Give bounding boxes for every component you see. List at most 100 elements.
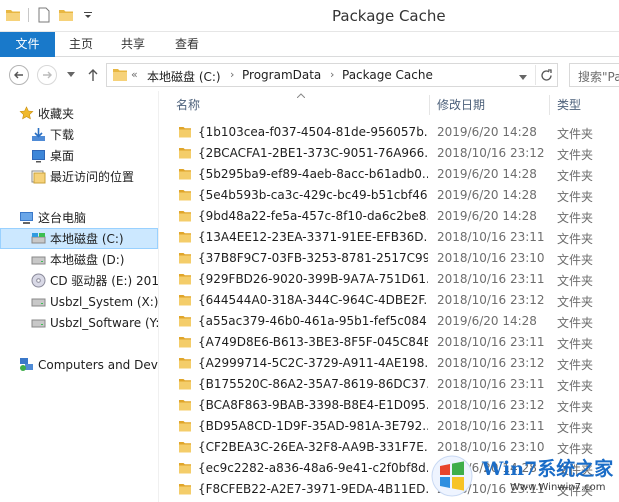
sidebar-item-cd-drive[interactable]: CD 驱动器 (E:) 2018 (0, 270, 158, 291)
file-name: {CF2BEA3C-26EA-32F8-AA9B-331F7E... (198, 440, 428, 454)
table-row[interactable]: {37B8F9C7-03FB-3253-8781-2517C99... 2018/… (159, 248, 619, 269)
tab-view[interactable]: 查看 (166, 32, 208, 57)
tab-file[interactable]: 文件 (0, 32, 55, 57)
table-row[interactable]: {929FBD26-9020-399B-9A7A-751D61... 2018/1… (159, 269, 619, 290)
table-row[interactable]: {5e4b593b-ca3c-429c-bc49-b51cbf46... 2019… (159, 185, 619, 206)
refresh-button[interactable] (535, 65, 557, 85)
sidebar-item-label: 收藏夹 (38, 107, 75, 121)
column-header-name[interactable]: 名称 (176, 91, 200, 119)
table-row[interactable]: {5b295ba9-ef89-4aeb-8acc-b61adb0... 2019/… (159, 164, 619, 185)
file-date: 2018/10/16 23:12 (437, 293, 545, 307)
column-divider[interactable] (549, 95, 550, 115)
column-divider[interactable] (429, 95, 430, 115)
file-date: 2019/6/20 14:28 (437, 167, 537, 181)
title-bar: Package Cache (0, 0, 619, 32)
folder-icon (178, 482, 192, 499)
table-row[interactable]: {2BCACFA1-2BE1-373C-9051-76A966... 2018/1… (159, 143, 619, 164)
sidebar-item-network[interactable]: Computers and Dev (0, 354, 158, 375)
folder-icon (178, 419, 192, 436)
ribbon-tabs: 文件 主页 共享 查看 (0, 32, 619, 57)
sidebar-item-desktop[interactable]: 桌面 (0, 145, 158, 166)
breadcrumb-programdata[interactable]: ProgramData (242, 68, 321, 82)
file-type: 文件夹 (557, 421, 594, 435)
computer-icon (18, 210, 34, 226)
sidebar-item-label: 桌面 (50, 149, 75, 163)
recent-locations-button[interactable] (64, 68, 78, 82)
file-name: {9bd48a22-fe5a-457c-8f10-da6c2be8... (198, 209, 428, 223)
table-row[interactable]: {644544A0-318A-344C-964C-4DBE2F... 2018/1… (159, 290, 619, 311)
file-date: 2019/6/20 14:28 (437, 209, 537, 223)
file-type: 文件夹 (557, 232, 594, 246)
address-bar[interactable]: « 本地磁盘 (C:) › ProgramData › Package Cach… (106, 63, 558, 87)
file-name: {5b295ba9-ef89-4aeb-8acc-b61adb0... (198, 167, 428, 181)
tab-share[interactable]: 共享 (112, 32, 154, 57)
sidebar-item-drive-c[interactable]: 本地磁盘 (C:) (0, 228, 158, 249)
cd-drive-icon (30, 273, 46, 289)
file-date: 2018/10/16 23:11 (437, 230, 545, 244)
file-date: 2018/10/16 23:11 (437, 335, 545, 349)
forward-button[interactable] (37, 65, 57, 85)
folder-icon (178, 335, 192, 352)
table-row[interactable]: {B175520C-86A2-35A7-8619-86DC37... 2018/1… (159, 374, 619, 395)
file-date: 2019/6/20 14:28 (437, 314, 537, 328)
file-type: 文件夹 (557, 316, 594, 330)
folder-icon (178, 314, 192, 331)
file-name: {B175520C-86A2-35A7-8619-86DC37... (198, 377, 428, 391)
file-type: 文件夹 (557, 148, 594, 162)
file-type: 文件夹 (557, 190, 594, 204)
address-dropdown-button[interactable] (519, 70, 527, 84)
file-type: 文件夹 (557, 379, 594, 393)
column-header-type[interactable]: 类型 (557, 91, 581, 119)
watermark-brand: Win7系统之家 (482, 458, 614, 480)
search-input[interactable]: 搜索"Pa (569, 63, 619, 87)
table-row[interactable]: {BCA8F863-9BAB-3398-B8E4-E1D095... 2018/1… (159, 395, 619, 416)
properties-icon[interactable] (35, 6, 53, 24)
table-row[interactable]: {A2999714-5C2C-3729-A911-4AE198... 2018/1… (159, 353, 619, 374)
file-name: {13A4EE12-23EA-3371-91EE-EFB36D... (198, 230, 428, 244)
sidebar-item-downloads[interactable]: 下载 (0, 124, 158, 145)
folder-icon (178, 293, 192, 310)
file-name: {5e4b593b-ca3c-429c-bc49-b51cbf46... (198, 188, 428, 202)
folder-icon (178, 188, 192, 205)
chevron-down-icon (67, 72, 75, 77)
tab-home[interactable]: 主页 (60, 32, 102, 57)
table-row[interactable]: {13A4EE12-23EA-3371-91EE-EFB36D... 2018/1… (159, 227, 619, 248)
file-date: 2019/6/20 14:28 (437, 125, 537, 139)
arrow-up-icon (88, 69, 98, 81)
sidebar-item-drive-x[interactable]: Usbzl_System (X:) (0, 291, 158, 312)
table-row[interactable]: {1b103cea-f037-4504-81de-956057b... 2019/… (159, 122, 619, 143)
sidebar-item-this-pc[interactable]: 这台电脑 (0, 207, 158, 228)
folder-icon (178, 272, 192, 289)
download-icon (30, 127, 46, 143)
column-header-date[interactable]: 修改日期 (437, 91, 485, 119)
file-date: 2018/10/16 23:11 (437, 272, 545, 286)
address-overflow[interactable]: « (131, 68, 138, 81)
breadcrumb-separator-icon: › (330, 68, 335, 81)
breadcrumb-package-cache[interactable]: Package Cache (342, 68, 433, 82)
table-row[interactable]: {BD95A8CD-1D9F-35AD-981A-3E792... 2018/10… (159, 416, 619, 437)
file-type: 文件夹 (557, 358, 594, 372)
sidebar-item-recent-places[interactable]: 最近访问的位置 (0, 166, 158, 187)
folder-icon (178, 251, 192, 268)
sidebar-item-drive-y[interactable]: Usbzl_Software (Y: (0, 312, 158, 333)
sidebar-item-favorites[interactable]: 收藏夹 (0, 103, 158, 124)
sidebar-item-label: 下载 (50, 128, 75, 142)
customize-toolbar-icon[interactable] (79, 6, 97, 24)
table-row[interactable]: {A749D8E6-B613-3BE3-8F5F-045C84E... 2018/… (159, 332, 619, 353)
folder-icon (178, 125, 192, 142)
file-type: 文件夹 (557, 169, 594, 183)
recent-places-icon (30, 169, 46, 185)
file-name: {BD95A8CD-1D9F-35AD-981A-3E792... (198, 419, 428, 433)
file-name: {A2999714-5C2C-3729-A911-4AE198... (198, 356, 428, 370)
window-title: Package Cache (332, 7, 446, 25)
sidebar-item-drive-d[interactable]: 本地磁盘 (D:) (0, 249, 158, 270)
file-date: 2019/6/20 14:28 (437, 188, 537, 202)
table-row[interactable]: {9bd48a22-fe5a-457c-8f10-da6c2be8... 2019… (159, 206, 619, 227)
new-folder-icon[interactable] (57, 6, 75, 24)
file-date: 2018/10/16 23:11 (437, 377, 545, 391)
arrow-right-icon (43, 71, 52, 79)
breadcrumb-local-disk-c[interactable]: 本地磁盘 (C:) (147, 68, 221, 85)
table-row[interactable]: {a55ac379-46b0-461a-95b1-fef5c084... 2019… (159, 311, 619, 332)
up-button[interactable] (84, 66, 102, 84)
back-button[interactable] (9, 65, 29, 85)
